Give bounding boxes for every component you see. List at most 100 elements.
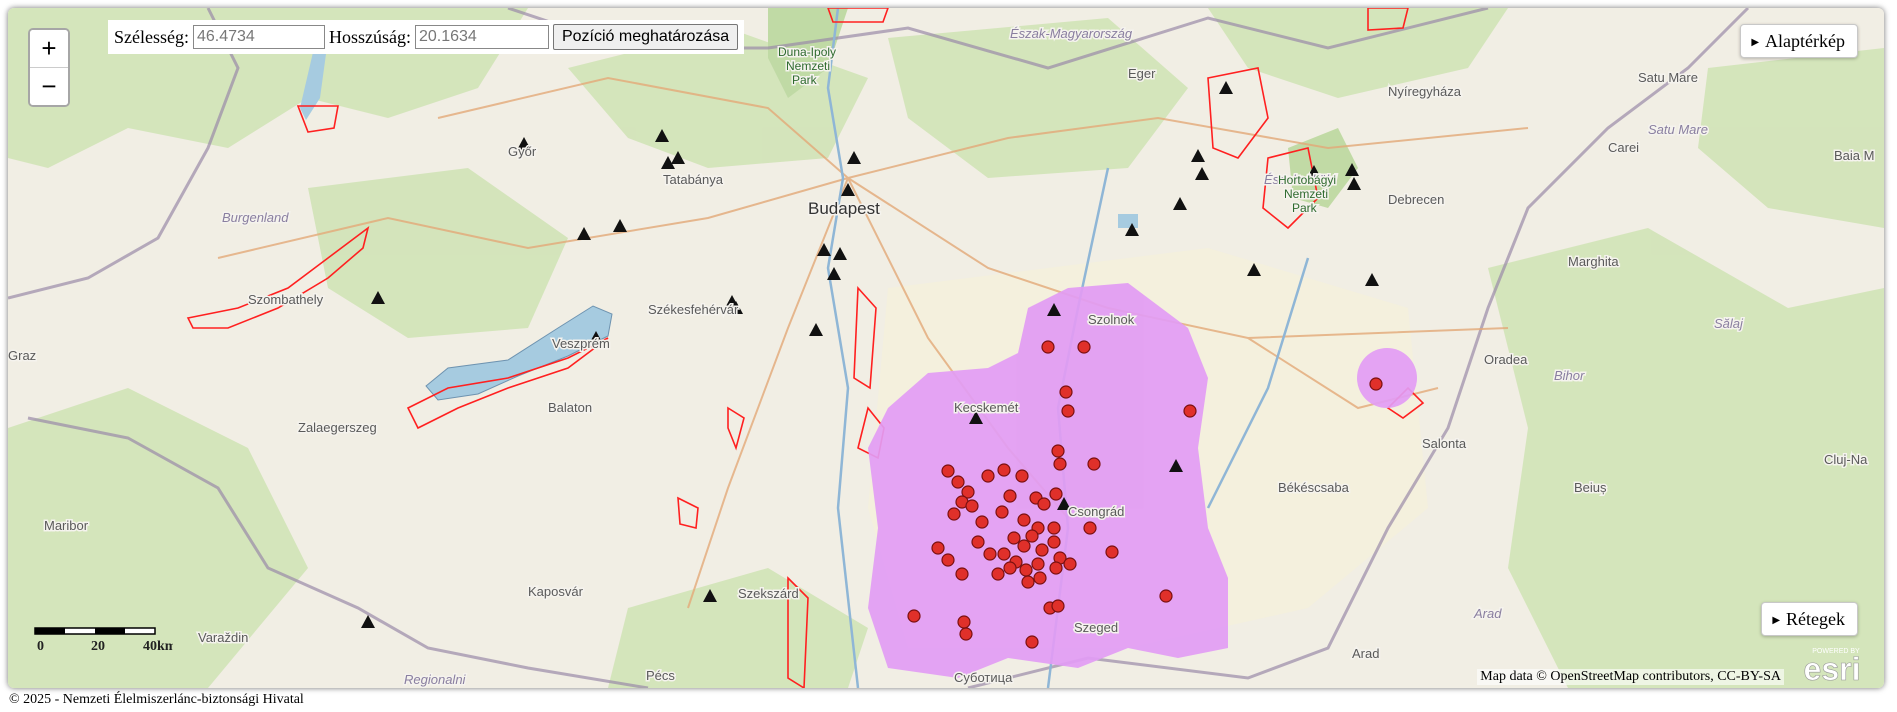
latitude-label: Szélesség: xyxy=(114,26,189,47)
outbreak-marker[interactable] xyxy=(1035,543,1049,557)
label-satu-mare-region: Satu Mare xyxy=(1648,122,1708,137)
label-balaton: Balaton xyxy=(548,400,592,415)
label-satu-mare: Satu Mare xyxy=(1638,70,1698,85)
label-kecskemet: Kecskemét xyxy=(954,400,1019,415)
label-hortobagy: Hortobágyi xyxy=(1278,173,1336,187)
label-hortobagy-park: Park xyxy=(1292,201,1318,215)
label-oradea: Oradea xyxy=(1484,352,1528,367)
label-carei: Carei xyxy=(1608,140,1639,155)
outbreak-marker[interactable] xyxy=(1049,487,1063,501)
label-duna-ipoly: Duna-Ipoly xyxy=(778,45,836,59)
esri-brand-text: esri xyxy=(1804,651,1861,684)
label-hortobagy-nemzeti: Nemzeti xyxy=(1284,187,1328,201)
label-arad-region: Arad xyxy=(1473,606,1502,621)
label-szeged: Szeged xyxy=(1074,620,1118,635)
scale-tick-40: 40km xyxy=(143,639,173,654)
outbreak-marker[interactable] xyxy=(1047,521,1061,535)
outbreak-marker[interactable] xyxy=(1051,599,1065,613)
label-pecs: Pécs xyxy=(646,668,675,683)
outbreak-marker[interactable] xyxy=(1041,340,1055,354)
outbreak-marker[interactable] xyxy=(1017,513,1031,527)
outbreak-marker[interactable] xyxy=(1003,489,1017,503)
locate-position-button[interactable]: Pozíció meghatározása xyxy=(552,24,739,50)
outbreak-marker[interactable] xyxy=(1025,529,1039,543)
outbreak-marker[interactable] xyxy=(965,499,979,513)
footer-copyright: © 2025 - Nemzeti Élelmiszerlánc-biztonsá… xyxy=(9,692,304,707)
esri-logo: POWERED BY esri xyxy=(1803,648,1861,684)
outbreak-marker[interactable] xyxy=(941,464,955,478)
outbreak-marker[interactable] xyxy=(1037,497,1051,511)
outbreak-marker[interactable] xyxy=(941,553,955,567)
label-tatabanya: Tatabánya xyxy=(663,172,724,187)
label-szombathely: Szombathely xyxy=(248,292,324,307)
outbreak-marker[interactable] xyxy=(1021,575,1035,589)
outbreak-marker[interactable] xyxy=(1051,444,1065,458)
outbreak-marker[interactable] xyxy=(1159,589,1173,603)
zoom-control: + − xyxy=(28,28,70,107)
outbreak-marker[interactable] xyxy=(997,463,1011,477)
outbreak-marker[interactable] xyxy=(1105,545,1119,559)
latitude-input[interactable] xyxy=(192,25,325,49)
label-graz: Graz xyxy=(8,348,36,363)
basemap[interactable]: Budapest Győr Tatabánya Eger Nyíregyháza… xyxy=(8,8,1884,688)
outbreak-marker[interactable] xyxy=(1033,571,1047,585)
label-salaj: Sălaj xyxy=(1714,316,1744,331)
outbreak-marker[interactable] xyxy=(995,505,1009,519)
longitude-input[interactable] xyxy=(414,25,549,49)
map-attribution: Map data © OpenStreetMap contributors, C… xyxy=(1477,669,1784,685)
basemap-toggle[interactable]: ▶ Alaptérkép xyxy=(1740,24,1858,58)
outbreak-marker[interactable] xyxy=(959,627,973,641)
label-budapest: Budapest xyxy=(808,199,880,218)
outbreak-marker[interactable] xyxy=(955,567,969,581)
label-veszprem: Veszprém xyxy=(552,336,610,351)
outbreak-marker[interactable] xyxy=(1015,469,1029,483)
outbreak-marker[interactable] xyxy=(1183,404,1197,418)
outbreak-marker[interactable] xyxy=(1019,563,1033,577)
outbreak-marker[interactable] xyxy=(1083,521,1097,535)
outbreak-marker[interactable] xyxy=(1007,531,1021,545)
outbreak-marker[interactable] xyxy=(957,615,971,629)
outbreak-marker[interactable] xyxy=(1003,561,1017,575)
label-cluj: Cluj-Na xyxy=(1824,452,1868,467)
outbreak-marker[interactable] xyxy=(1369,377,1383,391)
label-eger: Eger xyxy=(1128,66,1156,81)
label-varazdin: Varaždin xyxy=(198,630,248,645)
outbreak-marker[interactable] xyxy=(1031,557,1045,571)
outbreak-marker[interactable] xyxy=(1087,457,1101,471)
zoom-out-button[interactable]: − xyxy=(30,68,68,105)
outbreak-marker[interactable] xyxy=(981,469,995,483)
caret-right-icon: ▶ xyxy=(1772,615,1781,626)
label-burgenland: Burgenland xyxy=(222,210,289,225)
layers-toggle[interactable]: ▶ Rétegek xyxy=(1761,602,1858,636)
outbreak-marker[interactable] xyxy=(1061,404,1075,418)
outbreak-marker[interactable] xyxy=(1049,561,1063,575)
label-salonta: Salonta xyxy=(1422,436,1467,451)
label-subotica: Суботица xyxy=(954,670,1013,685)
zoom-in-button[interactable]: + xyxy=(30,30,68,68)
label-nyiregyhaza: Nyíregyháza xyxy=(1388,84,1462,99)
outbreak-marker[interactable] xyxy=(991,567,1005,581)
outbreak-marker[interactable] xyxy=(947,507,961,521)
outbreak-marker[interactable] xyxy=(1063,557,1077,571)
outbreak-marker[interactable] xyxy=(1047,535,1061,549)
label-szekesfehervar: Székesfehérvár xyxy=(648,302,739,317)
outbreak-marker[interactable] xyxy=(975,515,989,529)
map-viewport[interactable]: Budapest Győr Tatabánya Eger Nyíregyháza… xyxy=(8,8,1884,688)
scale-tick-0: 0 xyxy=(37,639,44,654)
outbreak-marker[interactable] xyxy=(971,535,985,549)
outbreak-marker[interactable] xyxy=(997,547,1011,561)
outbreak-marker[interactable] xyxy=(1059,385,1073,399)
outbreak-marker[interactable] xyxy=(951,475,965,489)
outbreak-marker[interactable] xyxy=(931,541,945,555)
outbreak-marker[interactable] xyxy=(1017,539,1031,553)
outbreak-marker[interactable] xyxy=(1025,635,1039,649)
outbreak-marker[interactable] xyxy=(983,547,997,561)
outbreak-marker[interactable] xyxy=(1053,457,1067,471)
outbreak-marker[interactable] xyxy=(1077,340,1091,354)
label-beius: Beiuș xyxy=(1574,480,1607,495)
layers-label: Rétegek xyxy=(1786,609,1845,629)
label-szolnok: Szolnok xyxy=(1088,312,1135,327)
outbreak-marker[interactable] xyxy=(907,609,921,623)
scale-tick-20: 20 xyxy=(91,639,105,654)
label-regionalni: Regionalni xyxy=(404,672,467,687)
